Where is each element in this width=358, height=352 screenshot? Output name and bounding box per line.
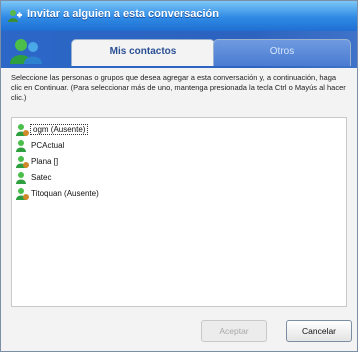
contact-name: PCActual [31,141,65,150]
header-banner: Mis contactos Otros [1,31,357,68]
instructions-text: Seleccione las personas o grupos que des… [11,73,346,102]
tab-otros[interactable]: Otros [213,39,351,66]
window-title: Invitar a alguien a esta conversación [27,8,219,20]
contact-online-icon [16,140,26,152]
invite-icon [8,10,22,22]
accept-button[interactable]: Aceptar [201,320,267,342]
title-bar[interactable]: Invitar a alguien a esta conversación [1,1,357,31]
tab-mis-contactos[interactable]: Mis contactos [71,39,215,66]
tab-otros-label: Otros [269,46,295,57]
contact-name: ogm (Ausente) [29,124,89,135]
invite-dialog-window: Invitar a alguien a esta conversación Mi… [0,0,358,352]
messenger-buddies-icon [10,39,42,64]
contact-name: Satec [31,173,52,182]
contact-away-icon [16,124,29,136]
contact-name: Plana [] [31,157,59,166]
contact-list[interactable]: ogm (Ausente) PCActual Plana [] Satec Ti… [11,117,347,307]
cancel-button[interactable]: Cancelar [286,320,352,342]
tab-mis-contactos-label: Mis contactos [109,46,177,57]
contact-name: Titoquan (Ausente) [31,189,99,198]
contact-online-icon [16,172,26,184]
contact-away-icon [16,156,29,168]
contact-away-icon [16,188,29,200]
